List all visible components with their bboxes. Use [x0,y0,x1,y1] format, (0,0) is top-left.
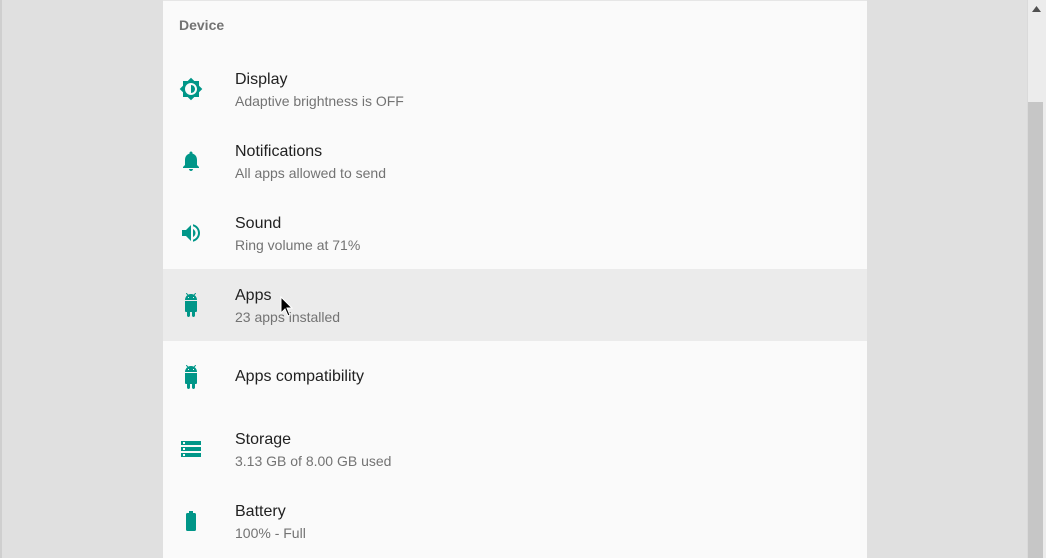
item-title: Apps compatibility [235,368,364,385]
mouse-cursor-icon [280,295,294,318]
settings-item-display[interactable]: Display Adaptive brightness is OFF [163,53,867,125]
item-title: Display [235,71,288,88]
bell-icon [179,149,203,173]
item-summary: All apps allowed to send [235,165,386,181]
android-icon [179,293,203,317]
settings-item-apps-compatibility[interactable]: Apps compatibility [163,341,867,413]
volume-icon [179,221,203,245]
item-title: Apps [235,287,272,304]
item-title: Storage [235,431,292,448]
settings-panel: Device Display Adaptive brightness is OF… [163,0,867,558]
item-summary: Adaptive brightness is OFF [235,93,404,109]
settings-item-apps[interactable]: Apps 23 apps installed [163,269,867,341]
item-summary: Ring volume at 71% [235,237,361,253]
settings-item-notifications[interactable]: Notifications All apps allowed to send [163,125,867,197]
item-title: Battery [235,503,286,520]
settings-item-storage[interactable]: Storage 3.13 GB of 8.00 GB used [163,413,867,485]
item-summary: 100% - Full [235,525,306,541]
scroll-up-arrow-icon[interactable] [1027,0,1046,22]
brightness-icon [179,77,203,101]
scrollbar-thumb[interactable] [1028,102,1043,558]
battery-icon [179,509,203,533]
settings-item-battery[interactable]: Battery 100% - Full [163,485,867,557]
item-title: Notifications [235,143,323,160]
android-icon [179,365,203,389]
storage-icon [179,437,203,461]
window-edge [0,0,2,558]
settings-item-sound[interactable]: Sound Ring volume at 71% [163,197,867,269]
item-title: Sound [235,215,282,232]
item-summary: 3.13 GB of 8.00 GB used [235,453,392,469]
section-header-device: Device [179,17,225,33]
